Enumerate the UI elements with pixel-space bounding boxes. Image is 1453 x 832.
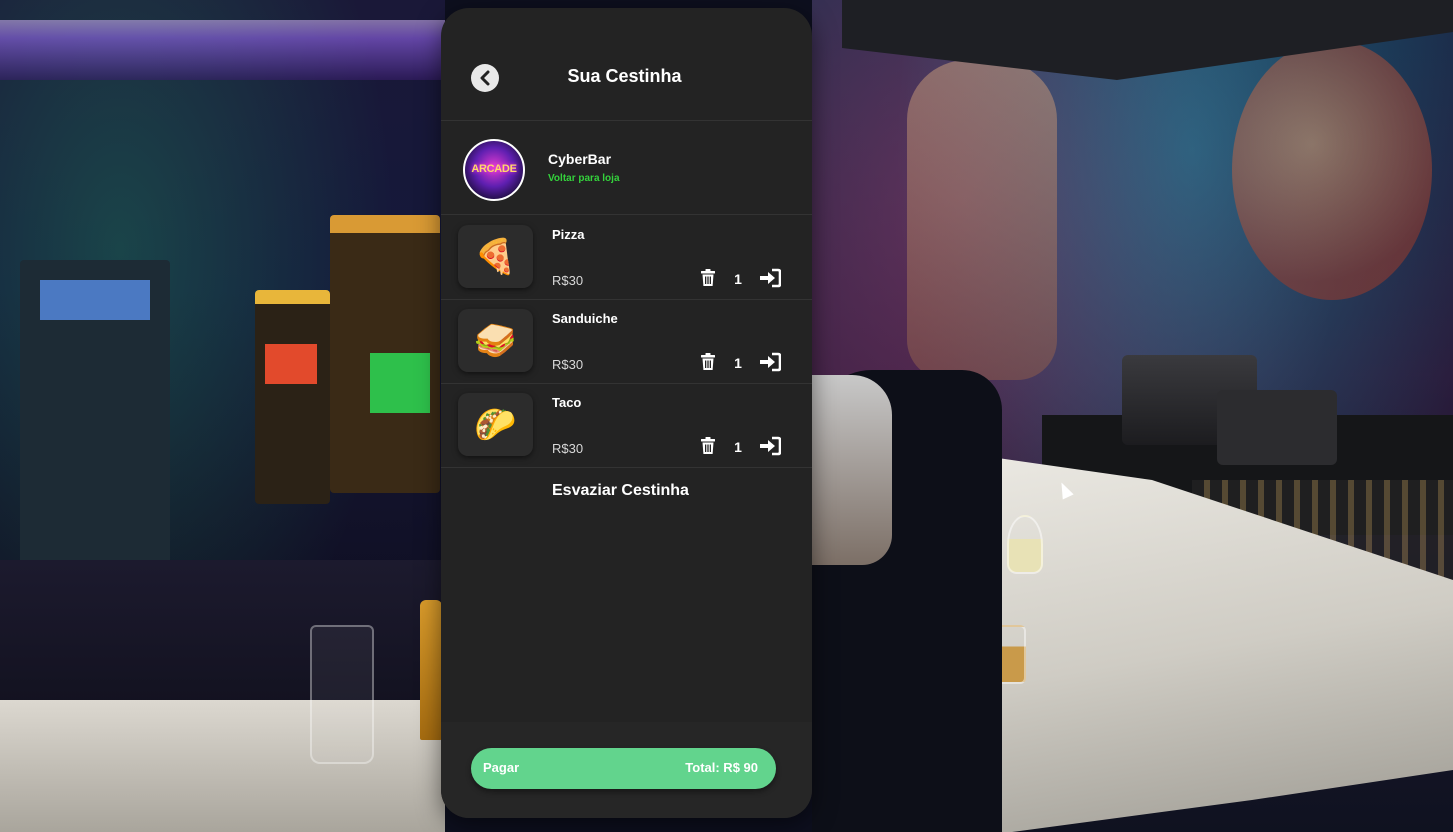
arcade-cabinet — [20, 260, 170, 590]
item-quantity: 1 — [734, 355, 742, 371]
item-price: R$30 — [552, 357, 584, 372]
back-to-store-link[interactable]: Voltar para loja — [548, 173, 620, 184]
store-logo-text: ARCADE — [471, 163, 517, 175]
player-head — [812, 375, 892, 565]
cash-register — [1217, 390, 1337, 465]
cart-item: 🌮 Taco R$30 1 — [441, 383, 812, 468]
item-name: Taco — [552, 395, 582, 410]
cart-item: 🥪 Sanduiche R$30 1 — [441, 299, 812, 384]
item-name: Pizza — [552, 227, 585, 242]
store-logo: ARCADE — [463, 139, 525, 201]
cart-footer: Pagar Total: R$ 90 — [441, 722, 812, 818]
store-name: CyberBar — [548, 151, 612, 167]
cart-panel: Sua Cestinha ARCADE CyberBar Voltar para… — [441, 8, 812, 818]
cart-item: 🍕 Pizza R$30 1 — [441, 215, 812, 300]
pay-button[interactable]: Pagar Total: R$ 90 — [471, 748, 776, 789]
arcade-cabinet — [330, 215, 440, 493]
sign-in-icon[interactable] — [759, 352, 781, 372]
neon-ceiling-light — [0, 20, 445, 80]
pay-label: Pagar — [483, 760, 520, 775]
wine-glass — [1007, 515, 1043, 574]
trash-icon[interactable] — [700, 353, 716, 371]
taco-icon: 🌮 — [474, 404, 517, 445]
item-quantity: 1 — [734, 439, 742, 455]
beer-bottle — [420, 600, 442, 740]
item-name: Sanduiche — [552, 311, 618, 326]
item-image: 🍕 — [458, 225, 533, 288]
sign-in-icon[interactable] — [759, 436, 781, 456]
item-quantity: 1 — [734, 271, 742, 287]
arcade-room — [0, 0, 445, 832]
item-image: 🥪 — [458, 309, 533, 372]
sign-in-icon[interactable] — [759, 268, 781, 288]
wall-mural — [907, 60, 1057, 380]
empty-cart-button[interactable]: Esvaziar Cestinha — [552, 482, 689, 500]
store-info: ARCADE CyberBar Voltar para loja — [441, 120, 812, 215]
sandwich-icon: 🥪 — [474, 320, 517, 361]
cart-total: Total: R$ 90 — [685, 760, 758, 775]
glass — [310, 625, 374, 764]
item-price: R$30 — [552, 273, 584, 288]
trash-icon[interactable] — [700, 437, 716, 455]
trash-icon[interactable] — [700, 269, 716, 287]
wall-mural — [1232, 40, 1432, 300]
item-price: R$30 — [552, 441, 584, 456]
item-image: 🌮 — [458, 393, 533, 456]
cart-header: Sua Cestinha — [441, 8, 812, 121]
bar-counter — [0, 700, 445, 832]
arcade-cabinet — [255, 290, 330, 504]
page-title: Sua Cestinha — [567, 66, 682, 86]
pizza-icon: 🍕 — [474, 236, 517, 277]
bar-room — [812, 0, 1453, 832]
